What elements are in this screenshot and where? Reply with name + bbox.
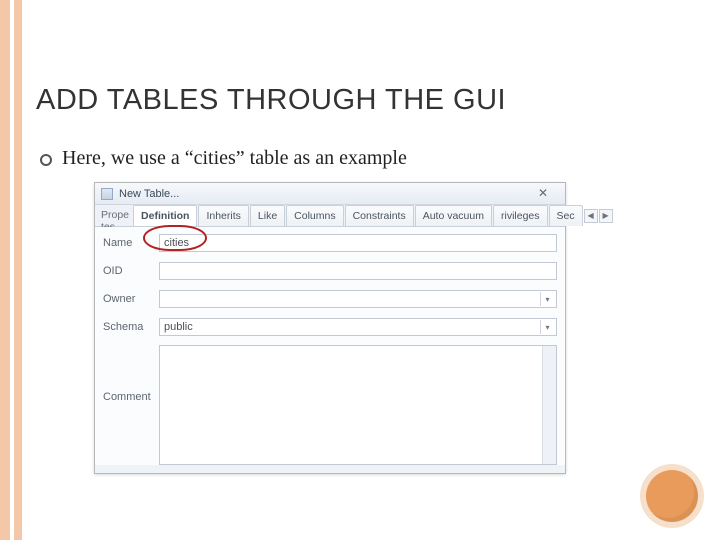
schema-field-value: public	[164, 321, 193, 333]
close-icon[interactable]: ✕	[527, 187, 559, 201]
scrollbar[interactable]	[542, 346, 556, 464]
tab-inherits[interactable]: Inherits	[198, 205, 248, 226]
tabstrip-left-label: Prope tes	[95, 205, 133, 226]
tab-scroll-right-icon[interactable]: ▶	[599, 209, 613, 223]
tab-columns[interactable]: Columns	[286, 205, 343, 226]
owner-field[interactable]: ▾	[159, 290, 557, 308]
table-icon	[101, 188, 113, 200]
chevron-down-icon[interactable]: ▾	[540, 320, 554, 334]
tab-definition[interactable]: Definition	[133, 205, 197, 226]
tab-scroll-left-icon[interactable]: ◀	[584, 209, 598, 223]
decoration-corner-circle	[646, 470, 698, 522]
schema-field[interactable]: public ▾	[159, 318, 557, 336]
name-label: Name	[103, 237, 159, 249]
tab-autovacuum[interactable]: Auto vacuum	[415, 205, 492, 226]
owner-label: Owner	[103, 293, 159, 305]
tab-privileges[interactable]: rivileges	[493, 205, 548, 226]
dialog-titlebar: New Table... ✕	[95, 183, 565, 205]
dialog-body: Name cities OID Owner ▾ Schema	[95, 227, 565, 465]
tab-constraints[interactable]: Constraints	[345, 205, 414, 226]
slide-bullet: Here, we use a “cities” table as an exam…	[40, 147, 704, 170]
dialog-title: New Table...	[119, 188, 527, 200]
chevron-down-icon[interactable]: ▾	[540, 292, 554, 306]
tab-security[interactable]: Sec	[549, 205, 583, 226]
name-field[interactable]: cities	[159, 234, 557, 252]
decoration-stripe-inner	[14, 0, 22, 540]
comment-textarea[interactable]	[159, 345, 557, 465]
slide-title: ADD TABLES THROUGH THE GUI	[36, 84, 704, 117]
decoration-stripe-outer	[0, 0, 10, 540]
schema-label: Schema	[103, 321, 159, 333]
oid-field[interactable]	[159, 262, 557, 280]
tab-like[interactable]: Like	[250, 205, 285, 226]
new-table-dialog: New Table... ✕ Prope tes Definition Inhe…	[94, 182, 566, 474]
name-field-value: cities	[164, 237, 189, 249]
oid-label: OID	[103, 265, 159, 277]
comment-label: Comment	[103, 345, 159, 403]
dialog-tabstrip: Prope tes Definition Inherits Like Colum…	[95, 205, 565, 227]
